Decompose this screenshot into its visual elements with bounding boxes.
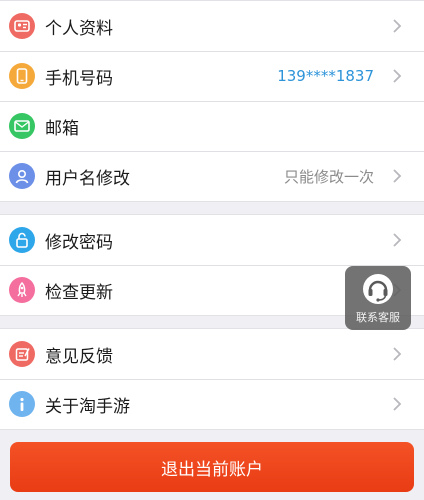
row-label: 关于淘手游 [45,396,130,417]
chevron-right-icon [393,19,402,33]
headset-icon [363,274,393,304]
row-label: 修改密码 [45,232,113,253]
row-label: 邮箱 [45,118,79,139]
customer-service-float-button[interactable]: 联系客服 [345,266,411,330]
settings-page: 个人资料 手机号码 139****1837 邮箱 用户名修改 只能修改一次 修改… [0,0,424,500]
row-change-password[interactable]: 修改密码 [0,215,424,265]
row-label: 手机号码 [45,68,113,89]
row-email[interactable]: 邮箱 [0,101,424,151]
profile-card-icon [9,13,35,39]
phone-icon [9,63,35,89]
row-label: 个人资料 [45,18,113,39]
mail-icon [9,113,35,139]
row-about[interactable]: 关于淘手游 [0,379,424,429]
about-group: 意见反馈 关于淘手游 [0,328,424,430]
chevron-right-icon [393,397,402,411]
rocket-icon [9,277,35,303]
account-group: 个人资料 手机号码 139****1837 邮箱 用户名修改 只能修改一次 [0,0,424,202]
row-username[interactable]: 用户名修改 只能修改一次 [0,151,424,201]
info-icon [9,391,35,417]
row-profile[interactable]: 个人资料 [0,1,424,51]
user-icon [9,163,35,189]
lock-icon [9,227,35,253]
chevron-right-icon [393,233,402,247]
logout-button[interactable]: 退出当前账户 [10,442,414,492]
username-hint-value: 只能修改一次 [283,167,374,186]
logout-section: 退出当前账户 [0,430,424,492]
customer-service-label: 联系客服 [356,311,400,324]
row-feedback[interactable]: 意见反馈 [0,329,424,379]
row-label: 检查更新 [45,282,113,303]
row-label: 意见反馈 [45,346,113,367]
phone-number-value: 139****1837 [277,67,374,85]
chevron-right-icon [393,347,402,361]
feedback-icon [9,341,35,367]
chevron-right-icon [393,69,402,83]
chevron-right-icon [393,169,402,183]
row-phone[interactable]: 手机号码 139****1837 [0,51,424,101]
row-label: 用户名修改 [45,168,130,189]
